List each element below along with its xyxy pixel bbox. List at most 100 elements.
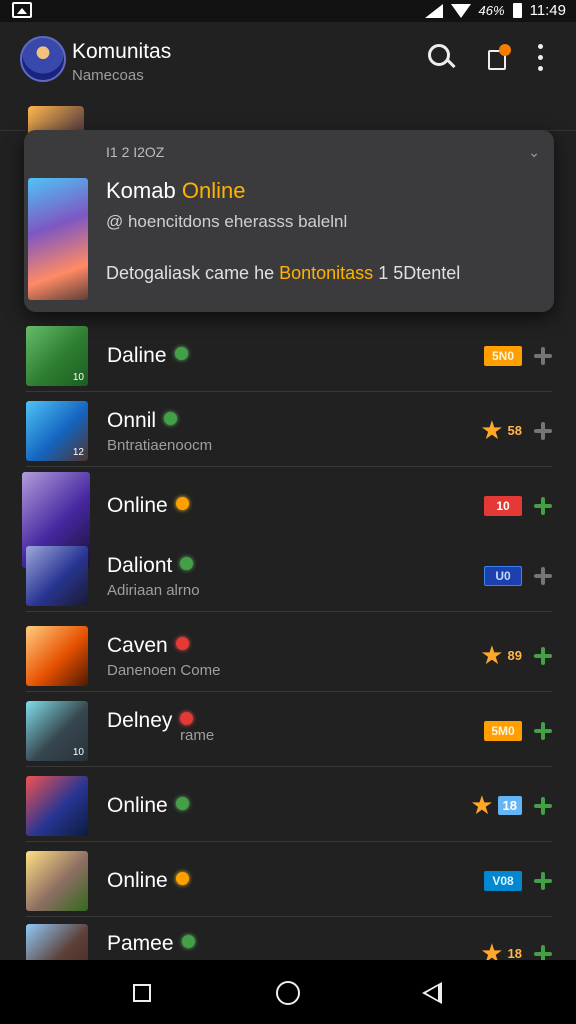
divider: [26, 766, 552, 767]
add-friend-icon[interactable]: [534, 722, 552, 740]
star-icon: ★: [470, 790, 494, 820]
signal-icon: [424, 3, 443, 18]
status-indicator-icon: [175, 637, 189, 650]
add-friend-icon[interactable]: [534, 422, 552, 440]
level-label: 10: [72, 372, 84, 383]
popup-image: [28, 178, 88, 300]
add-friend-icon[interactable]: [534, 567, 552, 585]
list-item[interactable]: Online 10: [0, 468, 576, 568]
wifi-icon: [450, 3, 471, 18]
rank-badge: 10: [484, 496, 522, 516]
rank-badge: V08: [484, 871, 522, 891]
battery-icon: [512, 3, 522, 18]
notification-popup[interactable]: I1 2 I2OZ ⌄ Komab Online @ hoencitdons e…: [24, 130, 554, 312]
popup-title: Komab Online: [106, 178, 245, 204]
row-title-text: Online: [107, 869, 168, 892]
app-subtitle: Namecoas: [72, 67, 144, 84]
status-indicator-icon: [181, 935, 195, 948]
status-indicator-icon: [180, 712, 194, 725]
row-title: Caven: [107, 634, 189, 658]
row-title-text: Onnil: [107, 409, 157, 432]
level-label: 10: [72, 747, 84, 758]
popup-tag: I1 2 I2OZ: [106, 144, 165, 160]
status-indicator-icon: [164, 412, 178, 425]
avatar[interactable]: 10: [26, 701, 88, 761]
more-options-icon[interactable]: [530, 40, 550, 76]
clock: 11:49: [529, 2, 566, 19]
level-label: 12: [72, 447, 84, 458]
list-item[interactable]: 10 Daline 5N0: [0, 318, 576, 392]
row-title-text: Online: [107, 794, 168, 817]
avatar[interactable]: [26, 851, 88, 911]
add-friend-icon[interactable]: [534, 647, 552, 665]
chevron-down-icon[interactable]: ⌄: [528, 144, 540, 161]
back-button[interactable]: [422, 982, 442, 1004]
row-title: Daline: [107, 344, 188, 368]
status-bar: 46% 11:49: [0, 0, 576, 22]
rating-value: 18: [507, 945, 522, 961]
home-button[interactable]: [276, 981, 300, 1005]
list-item[interactable]: Online V08: [0, 843, 576, 917]
add-friend-icon[interactable]: [534, 797, 552, 815]
status-indicator-icon: [175, 497, 189, 510]
status-indicator-icon: [175, 797, 189, 810]
avatar[interactable]: [26, 776, 88, 836]
popup-body-suffix: 1 5Dtentel: [378, 263, 461, 283]
row-title-text: Caven: [107, 634, 168, 657]
status-indicator-icon: [174, 347, 188, 360]
avatar[interactable]: [26, 546, 88, 606]
app-logo[interactable]: [20, 36, 66, 82]
app-bar: Komunitas Namecoas: [0, 22, 576, 104]
row-title: Online: [107, 869, 189, 893]
divider: [26, 391, 552, 392]
popup-body-prefix: Detogaliask came he: [106, 263, 275, 283]
rating-badge: ★ 18: [470, 792, 522, 818]
star-icon: ★: [480, 640, 504, 670]
row-title-text: Online: [107, 494, 168, 517]
row-title: Online: [107, 794, 189, 818]
status-indicator-icon: [180, 557, 194, 570]
list-item[interactable]: Daliont Adiriaan alrno U0: [0, 538, 576, 612]
add-friend-icon[interactable]: [534, 872, 552, 890]
popup-title-highlight: Online: [181, 178, 246, 203]
list-item[interactable]: 10 Delney rame 5M0: [0, 693, 576, 767]
row-subtitle: Danenoen Come: [107, 662, 221, 679]
popup-subtitle: @ hoencitdons eherasss balelnl: [106, 212, 348, 231]
row-title: Pamee: [107, 932, 195, 956]
row-subtitle: Adiriaan alrno: [107, 582, 200, 599]
row-title: Online: [107, 494, 189, 518]
rating-value: 89: [507, 647, 522, 663]
row-title-text: Delney: [107, 709, 173, 732]
add-friend-icon[interactable]: [534, 497, 552, 515]
status-indicator-icon: [175, 872, 189, 885]
list-item[interactable]: 12 Onnil Bntratiaenoocm ★ 58: [0, 393, 576, 467]
battery-percent: 46%: [478, 3, 505, 18]
avatar[interactable]: [26, 626, 88, 686]
divider: [26, 841, 552, 842]
notification-badge: [499, 44, 511, 56]
search-icon[interactable]: [422, 40, 458, 76]
avatar[interactable]: 10: [26, 326, 88, 386]
recents-button[interactable]: [133, 984, 151, 1002]
rating-value: 18: [497, 795, 522, 815]
popup-title-prefix: Komab: [106, 178, 176, 203]
list-item[interactable]: Online ★ 18: [0, 768, 576, 842]
rating-badge: ★ 58: [480, 417, 522, 443]
divider: [26, 466, 552, 467]
notification-icon[interactable]: [480, 40, 516, 76]
list-item[interactable]: Caven Danenoen Come ★ 89: [0, 618, 576, 692]
add-friend-icon[interactable]: [534, 347, 552, 365]
rank-badge: U0: [484, 566, 522, 586]
rank-badge: 5N0: [484, 346, 522, 366]
row-title-text: Pamee: [107, 932, 174, 955]
popup-body-highlight: Bontonitass: [279, 263, 374, 283]
divider: [26, 611, 552, 612]
row-title-text: Daliont: [107, 554, 173, 577]
star-icon: ★: [480, 415, 504, 445]
navigation-bar: [0, 960, 576, 1024]
row-title-text: Daline: [107, 344, 167, 367]
row-subtitle: rame: [180, 727, 215, 744]
row-title: Onnil: [107, 409, 178, 433]
divider: [26, 691, 552, 692]
avatar[interactable]: 12: [26, 401, 88, 461]
